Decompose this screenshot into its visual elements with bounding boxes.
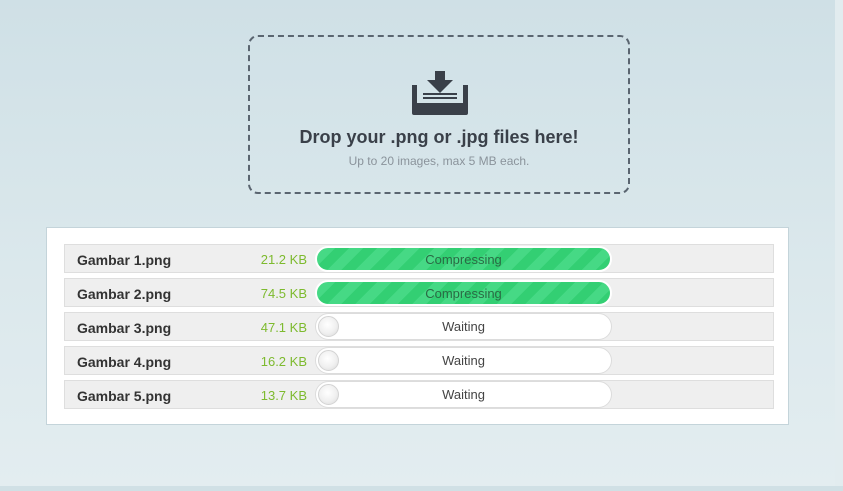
progress-bar: Waiting xyxy=(315,381,612,408)
progress-status: Compressing xyxy=(425,286,502,301)
file-row: Gambar 4.png 16.2 KB Waiting xyxy=(64,346,774,375)
progress-bar: Waiting xyxy=(315,347,612,374)
file-drop-zone[interactable]: Drop your .png or .jpg files here! Up to… xyxy=(248,35,630,194)
file-name: Gambar 3.png xyxy=(77,320,172,336)
progress-bar: Waiting xyxy=(315,313,612,340)
file-row: Gambar 2.png 74.5 KB Compressing xyxy=(64,278,774,307)
progress-status: Waiting xyxy=(442,353,485,368)
progress-status: Waiting xyxy=(442,319,485,334)
file-row: Gambar 3.png 47.1 KB Waiting xyxy=(64,312,774,341)
drop-zone-title: Drop your .png or .jpg files here! xyxy=(299,127,579,147)
progress-status: Waiting xyxy=(442,387,485,402)
file-list-panel: Gambar 1.png 21.2 KB Compressing Gambar … xyxy=(46,227,789,425)
bottom-edge xyxy=(0,486,843,491)
file-size: 47.1 KB xyxy=(260,320,307,335)
file-name: Gambar 4.png xyxy=(77,354,172,370)
progress-bar: Compressing xyxy=(315,246,612,272)
file-name: Gambar 1.png xyxy=(77,252,172,268)
file-size: 16.2 KB xyxy=(260,354,307,369)
download-tray-icon xyxy=(412,71,468,115)
right-edge xyxy=(835,0,843,491)
file-row: Gambar 5.png 13.7 KB Waiting xyxy=(64,380,774,409)
progress-status: Compressing xyxy=(425,252,502,267)
file-row: Gambar 1.png 21.2 KB Compressing xyxy=(64,244,774,273)
file-size: 13.7 KB xyxy=(260,388,307,403)
file-size: 74.5 KB xyxy=(260,286,307,301)
drop-zone-subtitle: Up to 20 images, max 5 MB each. xyxy=(348,154,530,168)
file-name: Gambar 5.png xyxy=(77,388,172,404)
progress-bar: Compressing xyxy=(315,280,612,306)
file-name: Gambar 2.png xyxy=(77,286,172,302)
file-size: 21.2 KB xyxy=(260,252,307,267)
